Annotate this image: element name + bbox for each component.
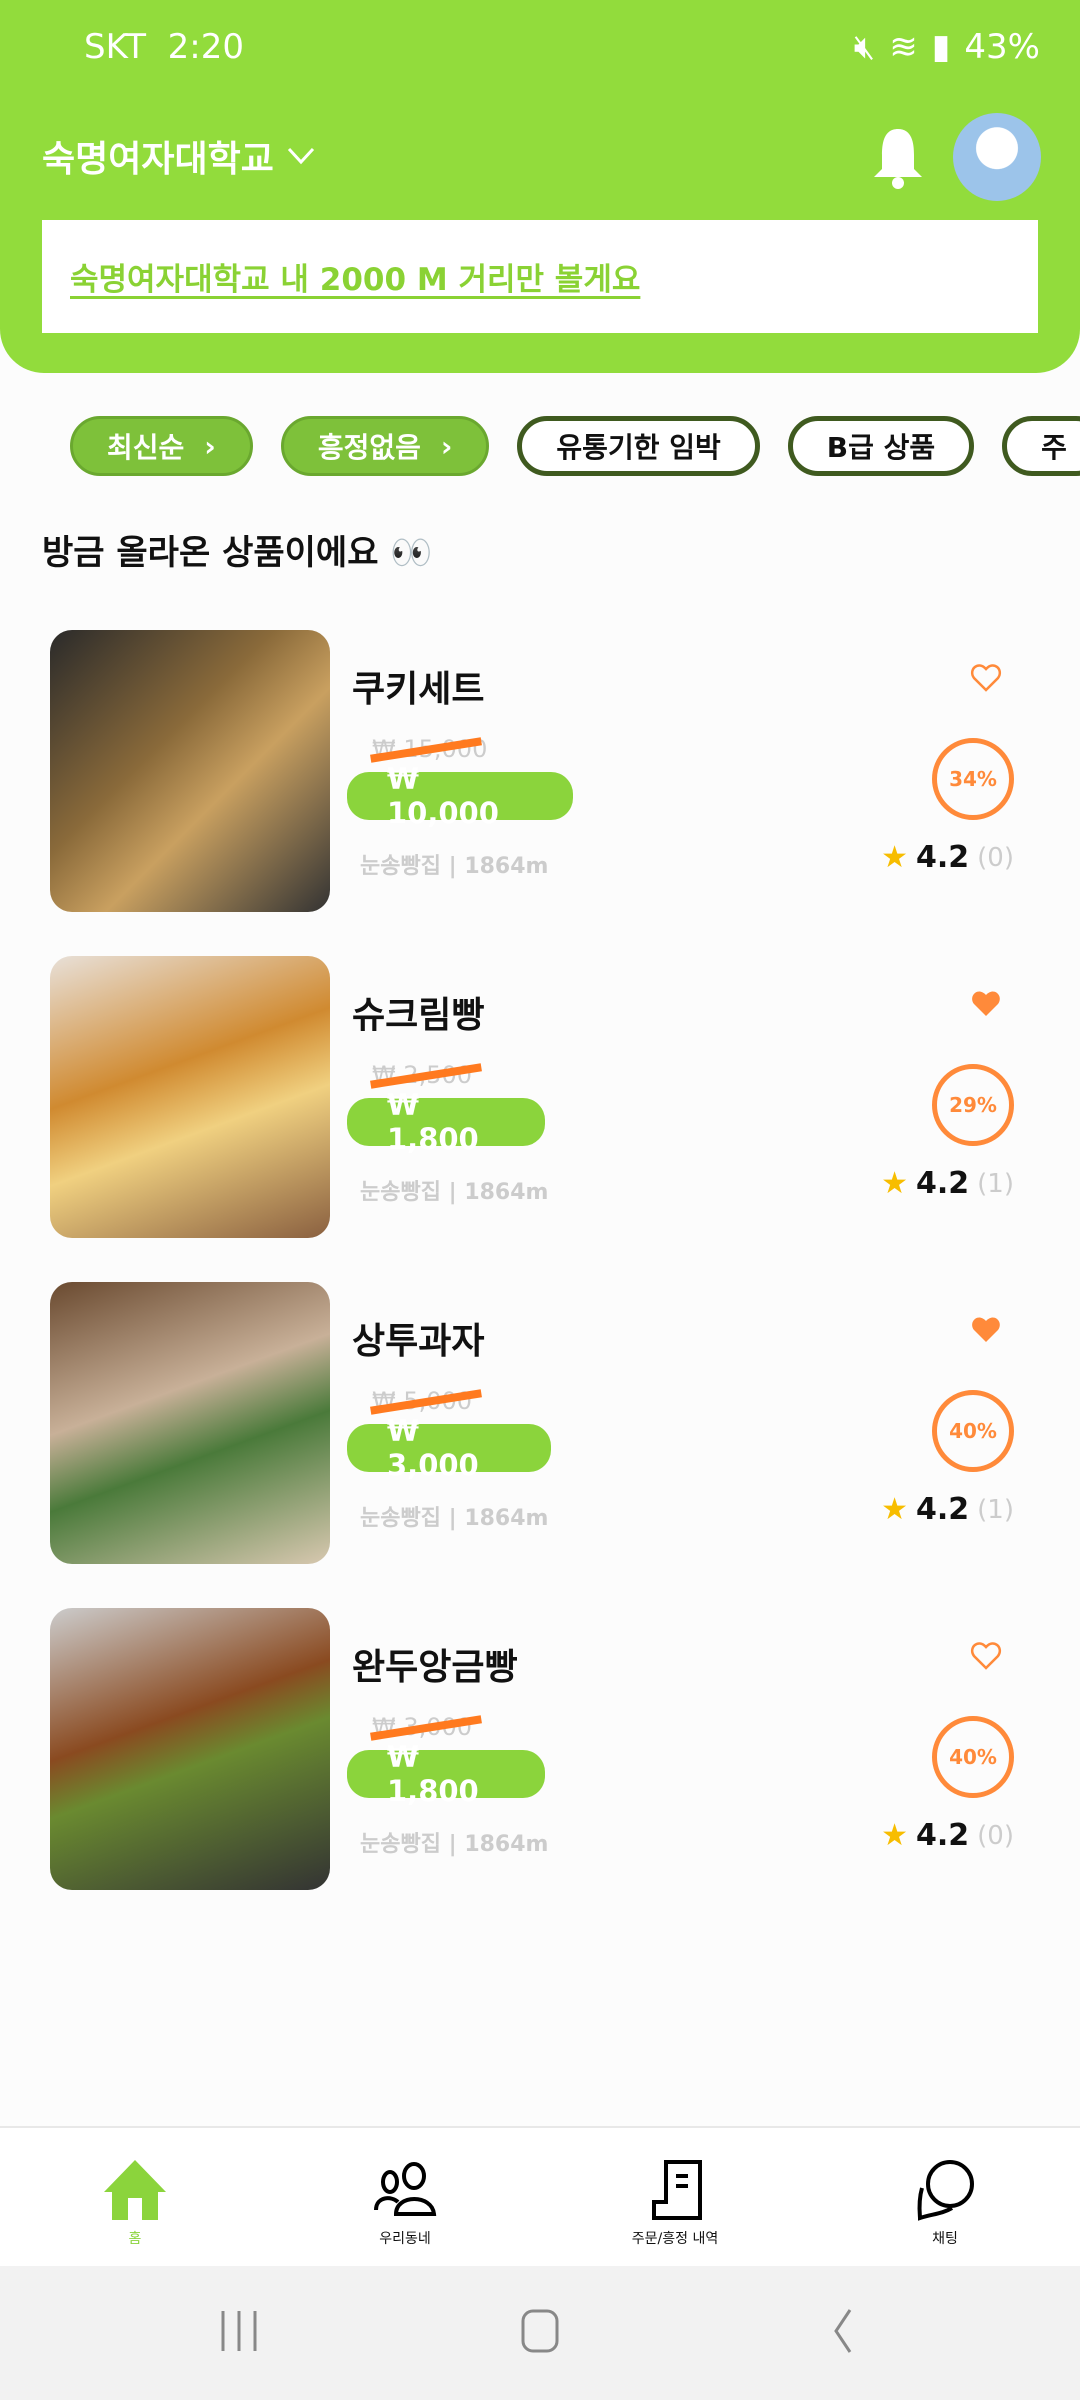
- header: SKT 2:20 🔇︎ ≋ ▮ 43% 숙명여자대학교 숙명여자대학교 내 2000 …: [0, 0, 1080, 373]
- product-image: [50, 1608, 330, 1890]
- chat-icon: [917, 2160, 974, 2221]
- store-distance: 눈송빵집 | 1864m: [360, 1832, 549, 1857]
- heart-icon[interactable]: [968, 1638, 1004, 1672]
- location-selector[interactable]: 숙명여자대학교: [42, 130, 316, 182]
- receipt-icon: [652, 2160, 702, 2220]
- star-icon: ★: [881, 1166, 908, 1201]
- sale-price: ₩ 1,800: [347, 1088, 545, 1156]
- distance-banner[interactable]: 숙명여자대학교 내 2000 M 거리만 볼게요: [42, 220, 1038, 333]
- rating-value: 4.2: [916, 840, 970, 875]
- discount-badge: 40%: [932, 1390, 1014, 1472]
- chip-label: 최신순: [107, 431, 185, 464]
- tab-label: 우리동네: [379, 2231, 431, 2247]
- tab-home[interactable]: 홈: [0, 2128, 270, 2266]
- tab-orders[interactable]: 주문/흥정 내역: [540, 2128, 810, 2266]
- carrier: SKT: [84, 27, 147, 67]
- tab-chat[interactable]: 채팅: [810, 2128, 1080, 2266]
- product-image: [50, 630, 330, 912]
- chevron-down-icon: [287, 147, 314, 165]
- discount-badge: 40%: [932, 1716, 1014, 1798]
- product-name: 쿠키세트: [352, 669, 485, 710]
- tab-label: 홈: [128, 2231, 142, 2247]
- rating: ★ 4.2 (1): [881, 1492, 1014, 1527]
- filter-chips: 최신순 › 흥정없음 › 유통기한 임박 B급 상품 주: [70, 416, 1080, 476]
- store-distance: 눈송빵집 | 1864m: [360, 854, 549, 879]
- heart-filled-icon[interactable]: [968, 1312, 1004, 1346]
- time: 2:20: [167, 27, 244, 67]
- store-distance: 눈송빵집 | 1864m: [360, 1506, 549, 1531]
- discount-badge: 34%: [932, 738, 1014, 820]
- sale-price: ₩ 10,000: [347, 762, 573, 830]
- product-item[interactable]: 슈크림빵 ₩ 2,500 ₩ 1,800 눈송빵집 | 1864m 29% ★ …: [0, 956, 1080, 1246]
- avatar[interactable]: [953, 113, 1041, 201]
- tab-label: 채팅: [932, 2231, 958, 2247]
- filter-more[interactable]: 주: [1002, 416, 1080, 476]
- product-name: 상투과자: [352, 1321, 485, 1362]
- rating-value: 4.2: [916, 1166, 970, 1201]
- rating-value: 4.2: [916, 1492, 970, 1527]
- bottom-nav: 홈 우리동네 주문/흥정 내역 채팅: [0, 2126, 1080, 2266]
- back-button[interactable]: [820, 2306, 870, 2356]
- home-icon: [104, 2160, 166, 2220]
- tab-neighborhood[interactable]: 우리동네: [270, 2128, 540, 2266]
- home-button[interactable]: [515, 2306, 565, 2356]
- rating: ★ 4.2 (0): [881, 1818, 1014, 1853]
- product-name: 슈크림빵: [352, 995, 485, 1036]
- filter-b-grade[interactable]: B급 상품: [787, 416, 975, 476]
- product-item[interactable]: 완두앙금빵 ₩ 3,000 ₩ 1,800 눈송빵집 | 1864m 40% ★…: [0, 1608, 1080, 1898]
- chevron-right-icon: ›: [440, 429, 453, 463]
- heart-filled-icon[interactable]: [968, 986, 1004, 1020]
- distance-banner-text: 숙명여자대학교 내 2000 M 거리만 볼게요: [70, 262, 641, 298]
- recent-apps-button[interactable]: [215, 2306, 265, 2356]
- filter-no-haggle[interactable]: 흥정없음 ›: [280, 416, 490, 476]
- star-icon: ★: [881, 1818, 908, 1853]
- signal-icon: ▮: [931, 27, 951, 67]
- filter-expiring[interactable]: 유통기한 임박: [517, 416, 760, 476]
- rating: ★ 4.2 (1): [881, 1166, 1014, 1201]
- sale-price: ₩ 1,800: [347, 1740, 545, 1808]
- review-count: (0): [977, 842, 1014, 873]
- discount-badge: 29%: [932, 1064, 1014, 1146]
- product-item[interactable]: 쿠키세트 ₩ 15,000 ₩ 10,000 눈송빵집 | 1864m 34% …: [0, 630, 1080, 920]
- rating-value: 4.2: [916, 1818, 970, 1853]
- wifi-icon: ≋: [889, 27, 918, 67]
- review-count: (1): [977, 1168, 1014, 1199]
- product-image: [50, 956, 330, 1238]
- review-count: (0): [977, 1820, 1014, 1851]
- star-icon: ★: [881, 1492, 908, 1527]
- location-label: 숙명여자대학교: [42, 139, 274, 180]
- chip-label: 주: [1041, 431, 1067, 464]
- product-item[interactable]: 상투과자 ₩ 5,000 ₩ 3,000 눈송빵집 | 1864m 40% ★ …: [0, 1282, 1080, 1572]
- status-bar: SKT 2:20 🔇︎ ≋ ▮ 43%: [84, 22, 1040, 72]
- bell-icon[interactable]: [870, 125, 926, 191]
- tab-label: 주문/흥정 내역: [631, 2231, 719, 2247]
- chevron-right-icon: ›: [204, 429, 216, 463]
- product-image: [50, 1282, 330, 1564]
- section-title: 방금 올라온 상품이에요 👀: [42, 533, 433, 573]
- chip-label: 유통기한 임박: [556, 431, 721, 464]
- rating: ★ 4.2 (0): [881, 840, 1014, 875]
- store-distance: 눈송빵집 | 1864m: [360, 1180, 549, 1205]
- people-icon: [374, 2162, 437, 2216]
- heart-icon[interactable]: [968, 660, 1004, 694]
- chip-label: 흥정없음: [317, 431, 421, 464]
- battery-level: 43%: [964, 27, 1040, 67]
- system-nav-bar: [0, 2266, 1080, 2400]
- review-count: (1): [977, 1494, 1014, 1525]
- product-name: 완두앙금빵: [352, 1647, 518, 1688]
- chip-label: B급 상품: [826, 431, 936, 464]
- sale-price: ₩ 3,000: [347, 1414, 551, 1482]
- filter-latest[interactable]: 최신순 ›: [70, 416, 253, 476]
- star-icon: ★: [881, 840, 908, 875]
- mute-icon: 🔇︎: [853, 27, 876, 67]
